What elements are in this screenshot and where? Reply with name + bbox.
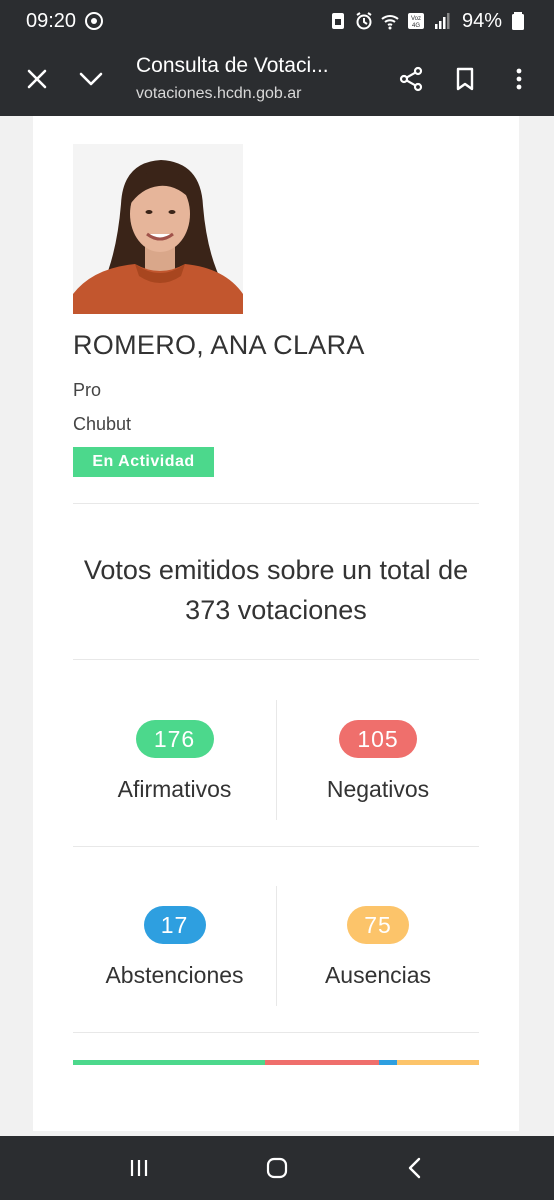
- votes-distribution-bar: [73, 1060, 479, 1065]
- status-badge: En Actividad: [73, 447, 214, 477]
- sim-icon: [328, 11, 348, 31]
- abstenciones-cell: 17 Abstenciones: [73, 886, 276, 1006]
- abstenciones-label: Abstenciones: [105, 962, 244, 988]
- divider: [73, 659, 479, 660]
- votes-summary: Votos emitidos sobre un total de 373 vot…: [73, 550, 479, 630]
- negativos-label: Negativos: [326, 776, 430, 802]
- svg-text:4G: 4G: [412, 23, 420, 29]
- page-info[interactable]: Consulta de Votaci... votaciones.hcdn.go…: [136, 52, 384, 106]
- deputy-photo: [73, 144, 243, 314]
- bar-segment-negativos: [264, 1060, 379, 1065]
- votes-row-2: 17 Abstenciones 75 Ausencias: [73, 886, 479, 1006]
- divider: [73, 846, 479, 847]
- bookmark-icon: [456, 67, 474, 91]
- ausencias-label: Ausencias: [324, 962, 432, 988]
- minimize-button[interactable]: [64, 52, 118, 106]
- ausencias-count: 75: [347, 906, 409, 944]
- afirmativos-label: Afirmativos: [117, 776, 232, 802]
- share-icon: [399, 66, 423, 92]
- summary-line-1: Votos emitidos sobre un total de: [83, 555, 469, 585]
- page-title: Consulta de Votaci...: [136, 54, 329, 77]
- recent-apps-button[interactable]: [109, 1138, 169, 1198]
- web-page: ROMERO, ANA CLARA Pro Chubut En Activida…: [0, 116, 554, 1136]
- more-vert-icon: [516, 68, 522, 90]
- afirmativos-count: 176: [135, 720, 214, 758]
- votes-row-1: 176 Afirmativos 105 Negativos: [73, 700, 479, 820]
- battery-level: 94%: [461, 9, 502, 32]
- signal-icon: [432, 11, 452, 31]
- location-icon: [84, 11, 104, 31]
- bar-segment-abstenciones: [378, 1060, 398, 1065]
- negativos-count: 105: [339, 720, 417, 758]
- share-button[interactable]: [384, 52, 438, 106]
- deputy-name: ROMERO, ANA CLARA: [73, 330, 365, 360]
- page-url: votaciones.hcdn.gob.ar: [136, 85, 302, 102]
- home-button[interactable]: [247, 1138, 307, 1198]
- abstenciones-count: 17: [143, 906, 206, 944]
- afirmativos-cell: 176 Afirmativos: [73, 700, 276, 820]
- close-tab-button[interactable]: [10, 52, 64, 106]
- wifi-icon: [380, 11, 400, 31]
- recent-apps-icon: [130, 1160, 148, 1176]
- deputy-party: Pro: [73, 380, 102, 400]
- divider: [73, 503, 479, 504]
- svg-text:Voz: Voz: [411, 16, 421, 22]
- close-icon: [27, 69, 47, 89]
- deputy-district: Chubut: [73, 414, 132, 434]
- back-icon: [408, 1157, 421, 1179]
- system-navigation-bar: [0, 1136, 554, 1200]
- negativos-cell: 105 Negativos: [276, 700, 479, 820]
- browser-toolbar: Consulta de Votaci... votaciones.hcdn.go…: [0, 42, 554, 116]
- bar-segment-afirmativos: [73, 1060, 265, 1065]
- bookmark-button[interactable]: [438, 52, 492, 106]
- status-bar: 09:20 Voz 4G 94%: [0, 0, 554, 42]
- summary-line-2: 373 votaciones: [185, 595, 367, 625]
- alarm-icon: [354, 11, 374, 31]
- deputy-card: ROMERO, ANA CLARA Pro Chubut En Activida…: [33, 116, 519, 1131]
- bar-segment-ausencias: [397, 1060, 479, 1065]
- volte-icon: Voz 4G: [406, 11, 426, 31]
- back-button[interactable]: [385, 1138, 445, 1198]
- battery-icon: [508, 11, 528, 31]
- divider: [73, 1032, 479, 1033]
- chevron-down-icon: [79, 72, 103, 86]
- home-icon: [266, 1157, 288, 1179]
- ausencias-cell: 75 Ausencias: [276, 886, 479, 1006]
- clock: 09:20: [26, 9, 77, 32]
- more-options-button[interactable]: [492, 52, 546, 106]
